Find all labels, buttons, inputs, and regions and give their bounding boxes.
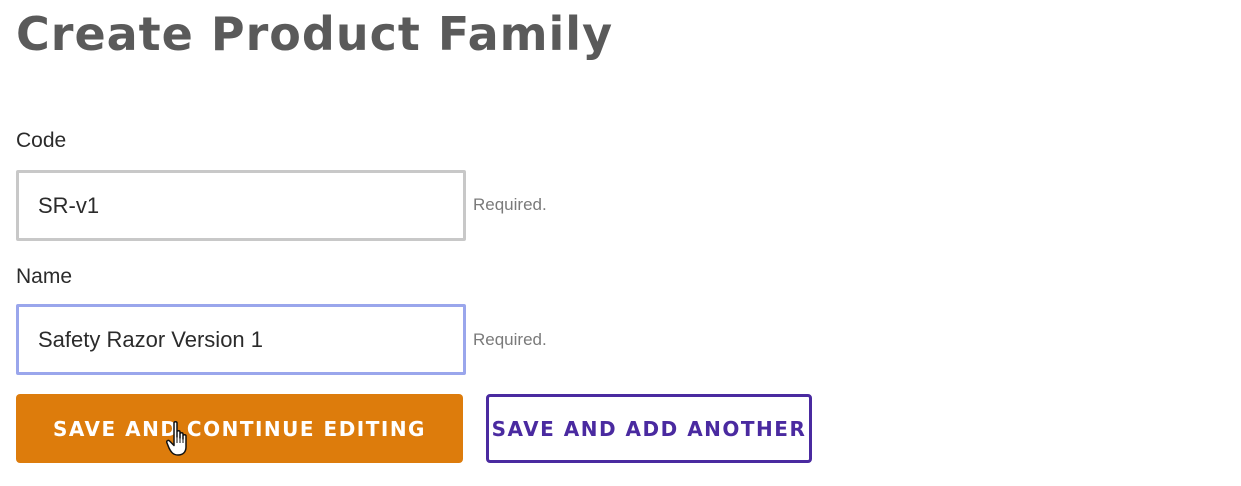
name-label: Name [16, 265, 73, 288]
code-label: Code [16, 129, 67, 152]
code-help-text: Required. [473, 195, 547, 214]
page-title: Create Product Family [16, 7, 614, 61]
save-and-continue-button[interactable]: SAVE AND CONTINUE EDITING [16, 394, 463, 463]
save-and-continue-label: SAVE AND CONTINUE EDITING [53, 416, 426, 441]
code-field[interactable] [16, 170, 466, 241]
name-field[interactable] [16, 304, 466, 375]
save-and-add-another-label: SAVE AND ADD ANOTHER [491, 416, 807, 441]
save-and-add-another-button[interactable]: SAVE AND ADD ANOTHER [486, 394, 812, 463]
name-help-text: Required. [473, 330, 547, 349]
